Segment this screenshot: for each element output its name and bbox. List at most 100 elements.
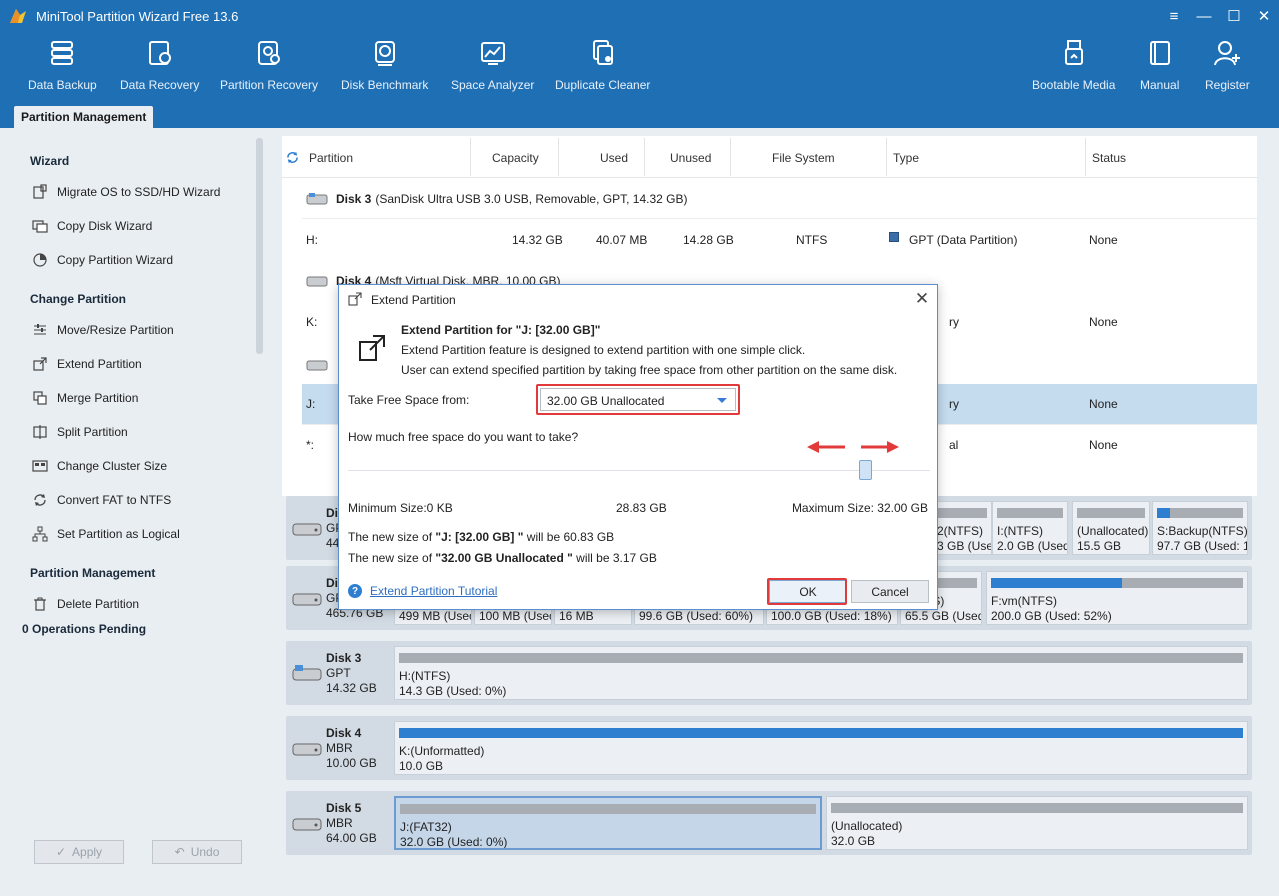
close-icon[interactable]: ✕ [911, 288, 933, 310]
cancel-button[interactable]: Cancel [851, 580, 929, 603]
cell-type: ry [949, 315, 959, 329]
disk-info: Disk 5 MBR 64.00 GB [326, 801, 377, 846]
dialog-title: Extend Partition [371, 293, 456, 307]
sidebar-item-label: Copy Disk Wizard [57, 219, 153, 233]
disk-type: MBR [326, 741, 353, 755]
usage-fill [399, 728, 1243, 738]
apply-label: Apply [72, 845, 103, 859]
partition-block[interactable]: (Unallocated) 32.0 GB [826, 796, 1248, 850]
tab-partition-management[interactable]: Partition Management [14, 106, 154, 130]
apply-button[interactable]: ✓ Apply [34, 840, 124, 864]
usage-bar [1077, 508, 1145, 518]
partition-label: S:Backup(NTFS)97.7 GB (Used: 15' [1157, 524, 1248, 553]
minimize-icon[interactable]: — [1189, 0, 1219, 32]
cell-partition: *: [306, 438, 315, 452]
sidebar-scrollbar[interactable] [256, 138, 263, 354]
disk-map-row-disk5[interactable]: Disk 5 MBR 64.00 GB J:(FAT32) 32.0 GB (Us… [286, 791, 1252, 855]
partition-block[interactable]: I:(NTFS) 2.0 GB (Used: [992, 501, 1068, 555]
disk-icon [292, 818, 322, 831]
col-divider [470, 138, 471, 176]
disk-size: 64.00 GB [326, 831, 377, 845]
toolbar-label: Space Analyzer [451, 78, 535, 92]
table-row[interactable]: H: 14.32 GB 40.07 MB 14.28 GB NTFS GPT (… [302, 220, 1257, 260]
disk-icon [306, 360, 328, 371]
sidebar-item-convert-fat-ntfs[interactable]: Convert FAT to NTFS [32, 492, 171, 508]
partition-block[interactable]: H:(NTFS) 14.3 GB (Used: 0%) [394, 646, 1248, 700]
bootable-media-button[interactable]: Bootable Media [1032, 38, 1115, 92]
data-recovery-button[interactable]: Data Recovery [120, 38, 199, 92]
sidebar-item-copy-partition[interactable]: Copy Partition Wizard [32, 252, 173, 268]
split-partition-icon [33, 425, 47, 439]
disk-map-row-disk3[interactable]: Disk 3 GPT 14.32 GB H:(NTFS) 14.3 GB (Use… [286, 641, 1252, 705]
disk-benchmark-button[interactable]: Disk Benchmark [341, 38, 428, 92]
cell-file-system: NTFS [796, 233, 828, 247]
free-space-question: How much free space do you want to take? [348, 430, 579, 444]
app-logo-icon [10, 9, 26, 23]
sidebar-item-migrate-os[interactable]: Migrate OS to SSD/HD Wizard [32, 184, 220, 200]
sidebar-item-change-cluster-size[interactable]: Change Cluster Size [32, 458, 167, 474]
cell-type: ry [949, 397, 959, 411]
partition-block[interactable]: 2(NTFS)3 GB (Used: [932, 501, 992, 555]
size-slider-handle[interactable] [859, 460, 872, 480]
minimum-size: Minimum Size:0 KB [348, 501, 453, 515]
partition-block[interactable]: K:(Unformatted) 10.0 GB [394, 721, 1248, 775]
partition-block[interactable]: (Unallocated) 15.5 GB [1072, 501, 1150, 555]
dialog-heading: Extend Partition for "J: [32.00 GB]" [401, 323, 601, 337]
col-status[interactable]: Status [1092, 151, 1126, 165]
maximize-icon[interactable]: ☐ [1219, 0, 1249, 32]
toolbar-label: Register [1205, 78, 1250, 92]
sidebar-item-split-partition[interactable]: Split Partition [32, 424, 128, 440]
duplicate-cleaner-icon [592, 40, 613, 65]
sidebar-item-delete-partition[interactable]: Delete Partition [32, 596, 139, 612]
partition-block[interactable]: F:vm(NTFS) 200.0 GB (Used: 52%) [986, 571, 1248, 625]
cell-status: None [1089, 315, 1118, 329]
size-slider-track[interactable] [348, 470, 930, 471]
sidebar-item-extend-partition[interactable]: Extend Partition [32, 356, 142, 372]
col-file-system[interactable]: File System [772, 151, 835, 165]
partition-block-selected[interactable]: J:(FAT32) 32.0 GB (Used: 0%) [394, 796, 822, 850]
register-button[interactable]: Register [1205, 38, 1250, 92]
extend-partition-dialog: Extend Partition ✕ Extend Partition for … [338, 284, 938, 610]
cluster-size-icon [32, 460, 48, 472]
disk-info: Disk 4 MBR 10.00 GB [326, 726, 377, 771]
cell-type: al [949, 438, 959, 452]
toolbar: Data Backup Data Recovery Partition Reco… [0, 32, 1279, 102]
close-window-icon[interactable]: ✕ [1249, 0, 1279, 32]
col-unused[interactable]: Unused [670, 151, 711, 165]
sidebar-item-set-logical[interactable]: Set Partition as Logical [32, 526, 180, 542]
disk-benchmark-icon [374, 41, 395, 66]
sidebar-item-label: Merge Partition [57, 391, 139, 405]
partition-label: K:(Unformatted) 10.0 GB [399, 744, 485, 773]
disk-name: Disk 3 [326, 651, 362, 665]
set-logical-icon [32, 526, 48, 542]
space-analyzer-button[interactable]: Space Analyzer [451, 38, 534, 92]
cell-status: None [1089, 397, 1118, 411]
sidebar-item-label: Split Partition [57, 425, 128, 439]
sidebar-item-merge-partition[interactable]: Merge Partition [32, 390, 138, 406]
col-used[interactable]: Used [600, 151, 628, 165]
col-capacity[interactable]: Capacity [492, 151, 539, 165]
partition-recovery-button[interactable]: Partition Recovery [220, 38, 318, 92]
disk-header-row[interactable]: Disk 3 (SanDisk Ultra USB 3.0 USB, Remov… [306, 192, 687, 206]
col-divider [558, 138, 559, 176]
col-type[interactable]: Type [893, 151, 919, 165]
menu-icon[interactable]: ≡ [1159, 0, 1189, 32]
refresh-icon[interactable] [286, 151, 299, 164]
partition-block[interactable]: S:Backup(NTFS)97.7 GB (Used: 15' [1152, 501, 1248, 555]
manual-button[interactable]: Manual [1140, 38, 1179, 92]
duplicate-cleaner-button[interactable]: Duplicate Cleaner [555, 38, 650, 92]
disk-header-row[interactable] [306, 358, 336, 372]
tutorial-link[interactable]: ? Extend Partition Tutorial [348, 584, 497, 598]
dialog-title-bar: Extend Partition ✕ [339, 285, 939, 313]
dialog-description-2: User can extend specified partition by t… [401, 363, 898, 377]
sidebar-item-move-resize[interactable]: Move/Resize Partition [32, 322, 174, 338]
sidebar-item-copy-disk[interactable]: Copy Disk Wizard [32, 218, 152, 234]
undo-button[interactable]: ↶ Undo [152, 840, 242, 864]
tutorial-link-text[interactable]: Extend Partition Tutorial [370, 584, 497, 598]
disk-map-row-disk4[interactable]: Disk 4 MBR 10.00 GB K:(Unformatted) 10.0 … [286, 716, 1252, 780]
partition-label: H:(NTFS) 14.3 GB (Used: 0%) [399, 669, 507, 698]
data-backup-button[interactable]: Data Backup [28, 38, 97, 92]
col-partition[interactable]: Partition [309, 151, 353, 165]
dialog-description-1: Extend Partition feature is designed to … [401, 343, 806, 357]
partition-label: (Unallocated) 15.5 GB [1077, 524, 1149, 553]
